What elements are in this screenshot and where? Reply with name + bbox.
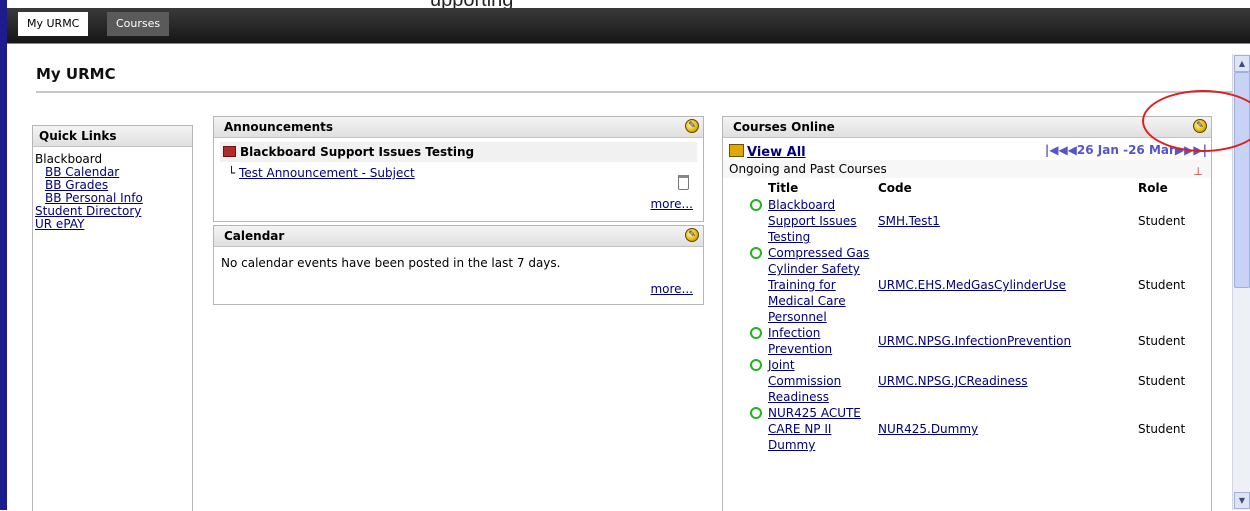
tab-courses[interactable]: Courses: [107, 12, 170, 36]
table-row: NUR425 ACUTE CARE NP II Dummy NUR425.Dummy…: [743, 405, 1198, 453]
course-title-link[interactable]: Infection Prevention: [768, 326, 832, 356]
quick-links-module: Quick Links Blackboard BB Calendar BB Gr…: [32, 125, 193, 511]
calendar-more-link[interactable]: more...: [650, 282, 693, 296]
tab-divider: [7, 43, 1250, 44]
calendar-title: Calendar: [224, 229, 285, 243]
table-row: Blackboard Support Issues Testing SMH.Test…: [743, 197, 1198, 245]
status-circle-icon: [749, 247, 762, 259]
course-title-link[interactable]: Blackboard Support Issues Testing: [768, 198, 857, 244]
courses-table: Title Code Role Blackboard Support Issues…: [743, 178, 1198, 453]
status-circle-icon: [749, 327, 762, 339]
course-title-line: Blackboard: [768, 198, 836, 212]
course-code-link[interactable]: URMC.NPSG.JCReadiness: [878, 374, 1028, 388]
announcements-title: Announcements: [224, 120, 334, 134]
pin-icon[interactable]: ⊥: [1193, 163, 1203, 181]
courses-online-header: Courses Online ✎: [723, 117, 1211, 138]
table-row: Compressed Gas Cylinder Safety Training fo…: [743, 245, 1198, 325]
column-role: Role: [1138, 180, 1168, 195]
announcement-subject-link[interactable]: Test Announcement - Subject: [239, 166, 415, 180]
scroll-up-icon[interactable]: ▲: [1234, 55, 1250, 72]
calendar-message: No calendar events have been posted in t…: [221, 256, 561, 270]
tree-branch-icon: └: [228, 166, 240, 180]
course-title-line: Training for: [768, 278, 836, 292]
column-code: Code: [878, 180, 912, 195]
edit-announcements-icon[interactable]: ✎: [685, 119, 699, 133]
course-code-link[interactable]: NUR425.Dummy: [878, 422, 978, 436]
courses-online-title: Courses Online: [733, 120, 835, 134]
course-title-link[interactable]: Compressed Gas Cylinder Safety Training fo…: [768, 246, 869, 324]
announcements-header: Announcements ✎: [214, 117, 703, 138]
announcement-subject-row: └ Test Announcement - Subject: [228, 166, 703, 180]
course-title-line: NUR425 ACUTE: [768, 406, 861, 420]
announcement-item: Blackboard Support Issues Testing: [220, 142, 697, 162]
course-role: Student: [1138, 278, 1186, 292]
course-title-line: Joint: [768, 358, 795, 372]
quick-link-ur-epay[interactable]: UR ePAY: [35, 217, 84, 231]
ongoing-courses-bar: Ongoing and Past Courses ⊥: [723, 160, 1211, 178]
course-code-link[interactable]: URMC.NPSG.InfectionPrevention: [878, 334, 1071, 348]
course-title-link[interactable]: Joint Commission Readiness: [768, 358, 841, 404]
window-left-edge: [0, 0, 7, 510]
courses-table-header: Title Code Role: [743, 178, 1198, 197]
top-navigation: upporting My URMC Courses: [0, 0, 1250, 510]
announcements-more-link[interactable]: more...: [650, 197, 693, 211]
title-divider: [36, 91, 1232, 93]
course-title-line: Readiness: [768, 390, 829, 404]
tab-my-urmc[interactable]: My URMC: [18, 12, 89, 36]
status-circle-icon: [749, 199, 762, 211]
quick-link-blackboard: Blackboard: [35, 152, 103, 166]
calendar-header: Calendar ✎: [214, 226, 703, 247]
announcements-module: Announcements ✎ Blackboard Support Issue…: [213, 116, 704, 222]
book-icon: [223, 146, 236, 157]
table-row: Infection Prevention URMC.NPSG.InfectionP…: [743, 325, 1198, 357]
course-role: Student: [1138, 374, 1186, 388]
quick-links-body: Blackboard BB Calendar BB Grades BB Pers…: [33, 147, 192, 231]
view-all-link[interactable]: View All: [729, 144, 806, 160]
status-circle-icon: [749, 407, 762, 419]
view-all-label: View All: [747, 145, 806, 160]
course-title-line: Cylinder Safety: [768, 262, 860, 276]
course-title-line: Commission: [768, 374, 842, 388]
course-title-line: Medical Care: [768, 294, 846, 308]
tab-strip: [7, 8, 1250, 44]
ongoing-courses-label: Ongoing and Past Courses: [729, 162, 887, 176]
courses-nav-row: View All |◀◀◀26 Jan -26 Mar▶▶▶|: [723, 138, 1211, 160]
view-all-icon: [729, 144, 744, 157]
first-page-icon[interactable]: |◀: [1045, 143, 1059, 157]
course-title-line: Dummy: [768, 438, 816, 452]
course-code-link[interactable]: SMH.Test1: [878, 214, 940, 228]
course-role: Student: [1138, 422, 1186, 436]
courses-online-module: Courses Online ✎ View All |◀◀◀26 Jan -26…: [722, 116, 1212, 511]
table-row: Joint Commission Readiness URMC.NPSG.JCRea…: [743, 357, 1198, 405]
edit-calendar-icon[interactable]: ✎: [685, 228, 699, 242]
course-title-line: Prevention: [768, 342, 833, 356]
quick-links-title: Quick Links: [33, 126, 192, 147]
course-title-line: Compressed Gas: [768, 246, 870, 260]
course-title-link[interactable]: NUR425 ACUTE CARE NP II Dummy: [768, 406, 861, 452]
course-title-line: Personnel: [768, 310, 827, 324]
trash-icon[interactable]: [678, 175, 689, 190]
course-title-line: Support Issues: [768, 214, 857, 228]
date-range: 26 Jan -26 Mar: [1076, 143, 1175, 157]
page-title: My URMC: [36, 65, 116, 83]
column-title: Title: [768, 180, 799, 195]
course-title-line: CARE NP II: [768, 422, 832, 436]
quick-link-student-directory[interactable]: Student Directory: [35, 204, 141, 218]
course-role: Student: [1138, 334, 1186, 348]
course-title-line: Testing: [768, 230, 811, 244]
course-title-line: Infection: [768, 326, 821, 340]
scroll-down-icon[interactable]: ▼: [1234, 492, 1250, 509]
status-circle-icon: [749, 359, 762, 371]
course-role: Student: [1138, 214, 1186, 228]
calendar-module: Calendar ✎ No calendar events have been …: [213, 225, 704, 305]
course-code-link[interactable]: URMC.EHS.MedGasCylinderUse: [878, 278, 1066, 292]
prev-page-icon[interactable]: ◀◀: [1058, 143, 1076, 157]
announcement-item-title: Blackboard Support Issues Testing: [240, 145, 475, 159]
